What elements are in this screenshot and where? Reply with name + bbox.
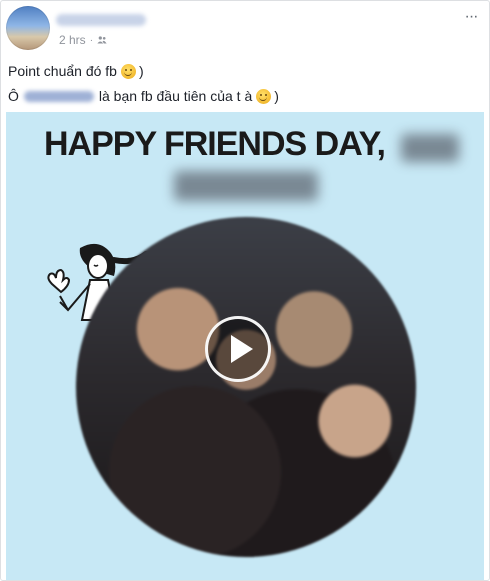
friends-photo-circle	[76, 217, 416, 557]
mentioned-friend-blurred[interactable]	[23, 91, 94, 102]
more-options-icon[interactable]: ···	[459, 9, 483, 29]
play-button[interactable]	[205, 316, 271, 382]
friend-name-blurred-2	[174, 171, 318, 201]
message-text-1: Point chuẩn đó fb	[8, 63, 117, 79]
smiley-emoji-icon	[120, 64, 136, 79]
facebook-post: 2 hrs · ··· Point chuẩn đó fb ) Ô là bạn…	[0, 0, 490, 581]
friends-icon	[97, 36, 107, 44]
message-line-2: Ô là bạn fb đầu tiên của t à )	[8, 84, 481, 109]
friends-day-video[interactable]: HAPPY FRIENDS DAY,	[6, 112, 484, 580]
post-header: 2 hrs · ···	[6, 6, 483, 56]
post-meta: 2 hrs ·	[59, 33, 107, 47]
play-icon	[231, 335, 253, 363]
message-close-1: )	[138, 63, 144, 79]
message-prefix-2: Ô	[8, 88, 19, 104]
friend-name-blurred-1	[401, 134, 459, 162]
message-text-2: là bạn fb đầu tiên của t à	[98, 88, 253, 104]
post-message: Point chuẩn đó fb ) Ô là bạn fb đầu tiên…	[8, 59, 481, 109]
smiley-emoji-icon	[256, 89, 272, 104]
video-headline: HAPPY FRIENDS DAY,	[44, 125, 386, 163]
separator-dot: ·	[89, 34, 94, 46]
timestamp[interactable]: 2 hrs	[59, 33, 86, 47]
message-line-1: Point chuẩn đó fb )	[8, 59, 481, 84]
avatar[interactable]	[6, 6, 50, 50]
message-close-2: )	[274, 88, 279, 104]
author-name-blurred[interactable]	[56, 14, 146, 26]
